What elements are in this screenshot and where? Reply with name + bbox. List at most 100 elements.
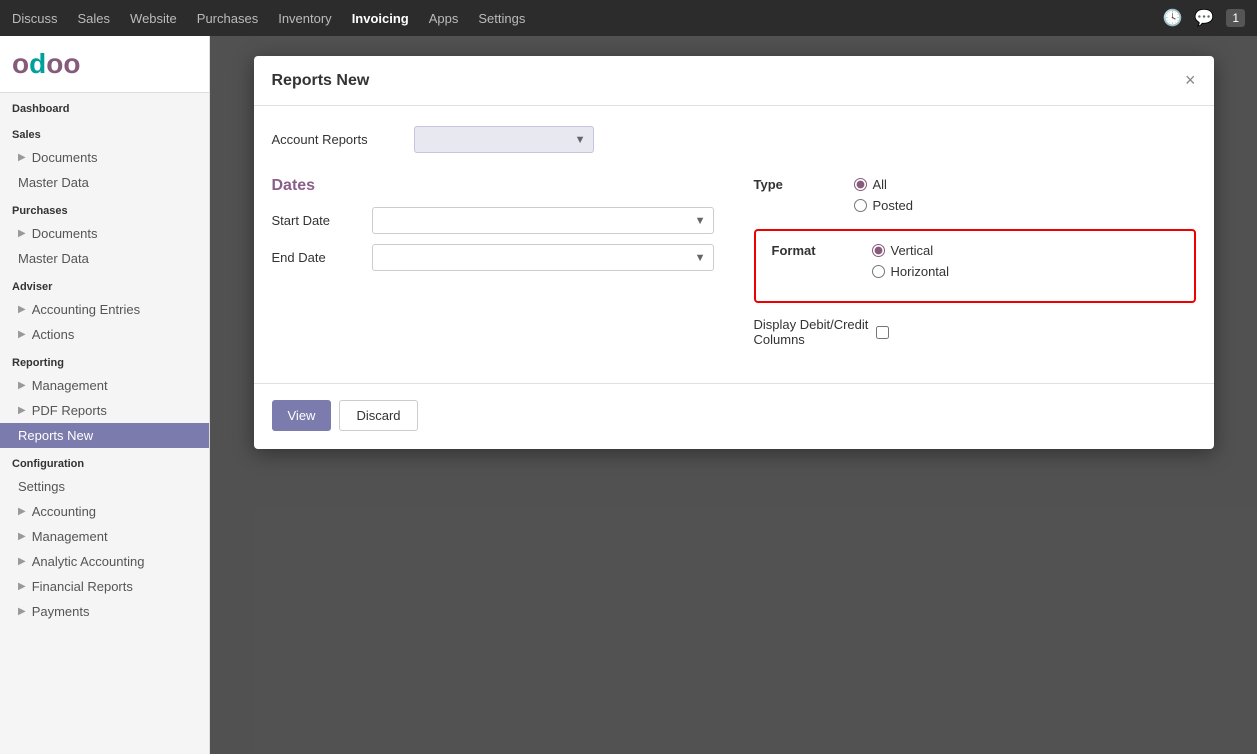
format-radio-group: Vertical Horizontal <box>872 243 950 279</box>
type-row: Type All Posted <box>754 177 1196 213</box>
start-date-select[interactable] <box>372 207 714 234</box>
arrow-icon: ▶ <box>18 405 26 416</box>
main-content: Reports New × Account Reports ▼ <box>210 36 1257 754</box>
sidebar-item-payments[interactable]: ▶ Payments <box>0 599 209 624</box>
arrow-icon: ▶ <box>18 556 26 567</box>
end-date-row: End Date ▼ <box>272 244 714 271</box>
modal-overlay[interactable]: Reports New × Account Reports ▼ <box>210 36 1257 754</box>
sidebar-item-label: Reports New <box>18 428 93 443</box>
modal-dialog: Reports New × Account Reports ▼ <box>254 56 1214 449</box>
sidebar: odoo Dashboard Sales ▶ Documents Master … <box>0 36 210 754</box>
clock-icon: 🕓 <box>1162 8 1182 28</box>
sidebar-item-management[interactable]: ▶ Management <box>0 373 209 398</box>
sidebar-item-sales-documents[interactable]: ▶ Documents <box>0 145 209 170</box>
discard-button[interactable]: Discard <box>339 400 417 431</box>
nav-settings[interactable]: Settings <box>478 11 525 26</box>
sidebar-item-label: Management <box>32 378 108 393</box>
start-date-wrapper: ▼ <box>372 207 714 234</box>
close-button[interactable]: × <box>1185 70 1196 91</box>
display-debit-credit-checkbox[interactable] <box>876 326 889 339</box>
options-column: Type All Posted <box>754 177 1196 347</box>
sidebar-item-analytic-accounting[interactable]: ▶ Analytic Accounting <box>0 549 209 574</box>
view-button[interactable]: View <box>272 400 332 431</box>
sidebar-item-dynamic-reports[interactable]: Reports New <box>0 423 209 448</box>
sidebar-item-pdf-reports[interactable]: ▶ PDF Reports <box>0 398 209 423</box>
sidebar-item-purchases-documents[interactable]: ▶ Documents <box>0 221 209 246</box>
end-date-label: End Date <box>272 250 362 265</box>
end-date-wrapper: ▼ <box>372 244 714 271</box>
end-date-select[interactable] <box>372 244 714 271</box>
modal-footer: View Discard <box>254 400 1214 449</box>
nav-website[interactable]: Website <box>130 11 177 26</box>
sidebar-item-purchases-masterdata[interactable]: Master Data <box>0 246 209 271</box>
nav-purchases[interactable]: Purchases <box>197 11 258 26</box>
section-sales: Sales <box>0 119 209 145</box>
format-vertical-option[interactable]: Vertical <box>872 243 950 258</box>
account-reports-label: Account Reports <box>272 132 402 147</box>
type-all-radio[interactable] <box>854 178 867 191</box>
dates-title: Dates <box>272 177 714 195</box>
start-date-row: Start Date ▼ <box>272 207 714 234</box>
sidebar-item-label: Documents <box>32 150 98 165</box>
logo-area: odoo <box>0 36 209 93</box>
format-vertical-label: Vertical <box>891 243 934 258</box>
section-configuration: Configuration <box>0 448 209 474</box>
display-debit-credit-label: Display Debit/CreditColumns <box>754 317 869 347</box>
arrow-icon: ▶ <box>18 506 26 517</box>
type-all-option[interactable]: All <box>854 177 913 192</box>
arrow-icon: ▶ <box>18 581 26 592</box>
type-all-label: All <box>873 177 887 192</box>
nav-apps[interactable]: Apps <box>429 11 459 26</box>
arrow-icon: ▶ <box>18 531 26 542</box>
format-horizontal-option[interactable]: Horizontal <box>872 264 950 279</box>
sidebar-item-label: Master Data <box>18 175 89 190</box>
sidebar-item-label: Payments <box>32 604 90 619</box>
section-dashboard: Dashboard <box>0 93 209 119</box>
sidebar-item-label: Actions <box>32 327 75 342</box>
sidebar-item-financial-reports[interactable]: ▶ Financial Reports <box>0 574 209 599</box>
format-vertical-radio[interactable] <box>872 244 885 257</box>
sidebar-item-accounting[interactable]: ▶ Accounting <box>0 499 209 524</box>
nav-invoicing[interactable]: Invoicing <box>352 11 409 26</box>
sidebar-item-settings[interactable]: Settings <box>0 474 209 499</box>
format-horizontal-radio[interactable] <box>872 265 885 278</box>
modal-body: Account Reports ▼ Dates <box>254 106 1214 367</box>
format-row: Format Vertical Horizontal <box>772 243 1178 279</box>
type-posted-radio[interactable] <box>854 199 867 212</box>
nav-sales[interactable]: Sales <box>78 11 111 26</box>
type-label: Type <box>754 177 814 192</box>
sidebar-item-label: Management <box>32 529 108 544</box>
sidebar-item-label: PDF Reports <box>32 403 107 418</box>
sidebar-item-config-management[interactable]: ▶ Management <box>0 524 209 549</box>
sidebar-item-label: Settings <box>18 479 65 494</box>
arrow-icon: ▶ <box>18 606 26 617</box>
type-posted-label: Posted <box>873 198 913 213</box>
section-adviser: Adviser <box>0 271 209 297</box>
arrow-icon: ▶ <box>18 380 26 391</box>
nav-inventory[interactable]: Inventory <box>278 11 331 26</box>
format-label: Format <box>772 243 832 258</box>
display-debit-credit-row: Display Debit/CreditColumns <box>754 317 1196 347</box>
top-nav: Discuss Sales Website Purchases Inventor… <box>0 0 1257 36</box>
type-radio-group: All Posted <box>854 177 913 213</box>
sidebar-item-label: Financial Reports <box>32 579 133 594</box>
start-date-label: Start Date <box>272 213 362 228</box>
modal-header: Reports New × <box>254 56 1214 106</box>
chat-icon: 💬 <box>1194 8 1214 28</box>
section-purchases: Purchases <box>0 195 209 221</box>
account-reports-select[interactable] <box>414 126 594 153</box>
type-section: Type All Posted <box>754 177 1196 213</box>
dates-column: Dates Start Date ▼ <box>272 177 714 347</box>
sidebar-item-actions[interactable]: ▶ Actions <box>0 322 209 347</box>
account-reports-select-wrapper: ▼ <box>414 126 594 153</box>
sidebar-item-accounting-entries[interactable]: ▶ Accounting Entries <box>0 297 209 322</box>
sidebar-item-sales-masterdata[interactable]: Master Data <box>0 170 209 195</box>
arrow-icon: ▶ <box>18 152 26 163</box>
sidebar-item-label: Master Data <box>18 251 89 266</box>
sidebar-item-label: Accounting Entries <box>32 302 140 317</box>
two-column-layout: Dates Start Date ▼ <box>272 177 1196 347</box>
arrow-icon: ▶ <box>18 228 26 239</box>
nav-discuss[interactable]: Discuss <box>12 11 58 26</box>
account-reports-row: Account Reports ▼ <box>272 126 1196 153</box>
type-posted-option[interactable]: Posted <box>854 198 913 213</box>
